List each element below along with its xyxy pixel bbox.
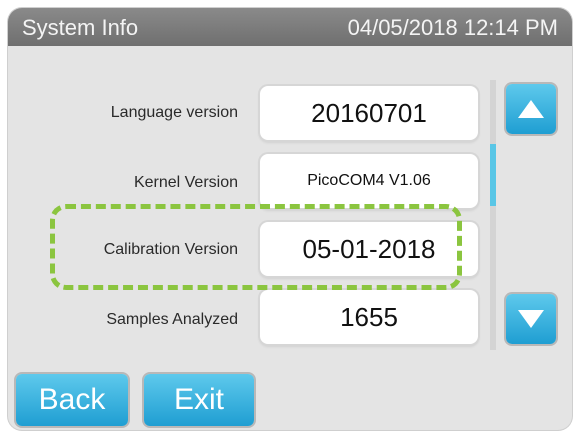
back-button[interactable]: Back [16, 374, 128, 426]
samples-analyzed-label: Samples Analyzed [106, 311, 238, 328]
page-title: System Info [22, 15, 139, 40]
language-version-label: Language version [110, 104, 238, 121]
device-screen: System Info 04/05/2018 12:14 PM Language… [8, 8, 572, 430]
exit-button[interactable]: Exit [144, 374, 254, 426]
kernel-version-value: PicoCOM4 V1.06 [260, 154, 478, 208]
scroll-up-button[interactable] [506, 84, 556, 134]
calibration-highlight-box [50, 204, 462, 290]
scroll-down-button[interactable] [506, 294, 556, 344]
arrow-down-icon [518, 310, 544, 328]
scrollbar-track[interactable] [490, 80, 496, 350]
scrollbar-thumb[interactable] [490, 144, 496, 206]
language-version-value: 20160701 [260, 86, 478, 140]
kernel-version-label: Kernel Version [133, 174, 238, 191]
samples-analyzed-value: 1655 [260, 290, 478, 344]
date-time-display: 04/05/2018 12:14 PM [347, 15, 558, 40]
title-bar: System Info 04/05/2018 12:14 PM [8, 8, 572, 46]
arrow-up-icon [518, 100, 544, 118]
